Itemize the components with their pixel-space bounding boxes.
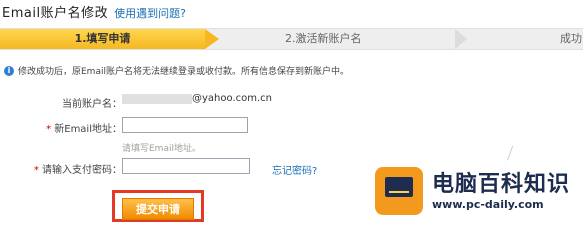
step-2: 2.激活新账户名 [285, 32, 362, 45]
current-account-label: 当前账户名： [62, 99, 122, 110]
info-icon: i [4, 65, 14, 76]
new-email-label-row: * 新Email地址： [44, 120, 122, 135]
password-label-row: * 请输入支付密码： [28, 161, 122, 176]
watermark-url: www.pc-daily.com [432, 198, 544, 211]
payment-password-input[interactable] [122, 158, 250, 174]
current-account-value: @yahoo.com.cn [122, 93, 272, 104]
page-title: Email账户名修改 [2, 6, 109, 21]
step-progress-bar: 1.填写申请 2.激活新账户名 成功 [0, 28, 583, 50]
new-email-label: 新Email地址： [54, 124, 122, 135]
required-star: * [46, 124, 52, 135]
help-link[interactable]: 使用遇到问题? [114, 5, 186, 21]
step-3: 成功 [560, 32, 582, 45]
watermark-title: 电脑百科知识 [432, 172, 571, 197]
new-email-hint: 请填写Email地址。 [122, 144, 201, 154]
header: Email账户名修改 使用遇到问题? [2, 2, 186, 22]
step-1-arrow [205, 29, 219, 49]
pulse-line-icon [389, 183, 409, 193]
watermark-logo-icon [375, 167, 423, 215]
step-1-active: 1.填写申请 [0, 29, 205, 49]
notice-text: 修改成功后，原Email账户名将无法继续登录或收付款。所有信息保存到新账户中。 [18, 67, 349, 77]
notice: i 修改成功后，原Email账户名将无法继续登录或收付款。所有信息保存到新账户中… [4, 64, 349, 77]
forgot-password-link[interactable]: 忘记密码? [272, 162, 317, 177]
new-email-input[interactable] [122, 117, 248, 133]
step-2-arrow [455, 29, 467, 49]
required-star: * [33, 165, 39, 176]
password-label: 请输入支付密码： [42, 165, 122, 176]
masked-account-prefix [122, 93, 192, 104]
current-account-domain: @yahoo.com.cn [192, 93, 272, 104]
submit-button[interactable]: 提交申请 [122, 198, 194, 220]
